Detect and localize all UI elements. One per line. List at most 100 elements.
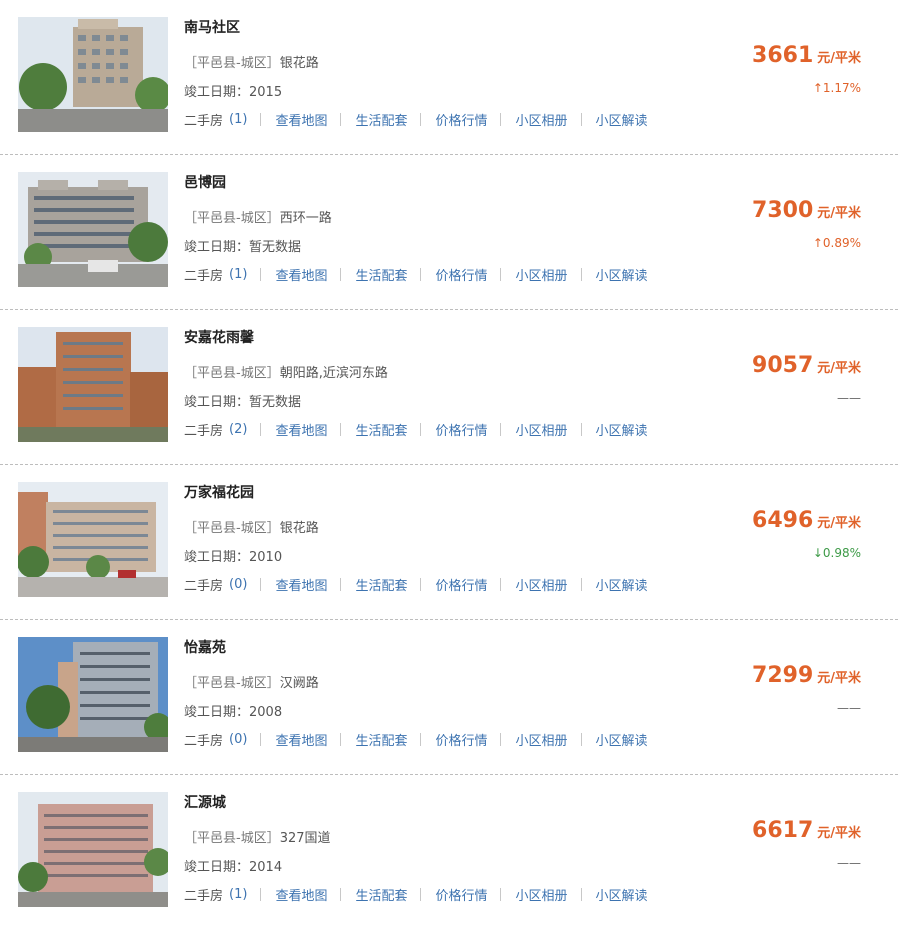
price-trend-link[interactable]: 价格行情	[435, 575, 487, 594]
community-item: 南马社区 ［平邑县-城区］银花路 竣工日期：2015 二手房 (1) 查看地图 生…	[0, 0, 898, 155]
build-date: 竣工日期：2008	[184, 701, 282, 720]
link-divider	[500, 733, 502, 746]
build-date-prefix: 竣工日期：	[184, 550, 250, 565]
interpretation-link[interactable]: 小区解读	[596, 265, 648, 284]
link-divider	[580, 733, 582, 746]
community-name[interactable]: 邑博园	[184, 172, 226, 192]
amenities-link[interactable]: 生活配套	[355, 265, 407, 284]
album-link[interactable]: 小区相册	[515, 885, 567, 904]
build-date: 竣工日期：暂无数据	[184, 236, 301, 255]
price-change: ↑0.89%	[812, 236, 861, 250]
community-name[interactable]: 汇源城	[184, 792, 226, 812]
second-hand-count-link[interactable]: (1)	[229, 112, 247, 127]
build-date-prefix: 竣工日期：	[184, 395, 250, 410]
second-hand-count-link[interactable]: (1)	[229, 267, 247, 282]
interpretation-link[interactable]: 小区解读	[596, 420, 648, 439]
second-hand-label: 二手房	[184, 114, 224, 129]
district-label: ［平邑县-城区］	[184, 676, 280, 691]
interpretation-link[interactable]: 小区解读	[596, 730, 648, 749]
link-divider	[500, 268, 502, 281]
community-address: ［平邑县-城区］朝阳路,近滨河东路	[184, 362, 388, 381]
community-photo[interactable]	[18, 172, 168, 287]
price-trend-link[interactable]: 价格行情	[435, 420, 487, 439]
link-divider	[420, 268, 422, 281]
price-block: 7299 元/平米	[752, 663, 861, 688]
album-link[interactable]: 小区相册	[515, 265, 567, 284]
district-label: ［平邑县-城区］	[184, 831, 280, 846]
link-divider	[420, 733, 422, 746]
community-address: ［平邑县-城区］银花路	[184, 52, 319, 71]
road-label: 银花路	[279, 56, 319, 71]
building-photo-image	[18, 482, 168, 597]
build-date: 竣工日期：2010	[184, 546, 282, 565]
price-change: ——	[837, 391, 861, 405]
view-map-link[interactable]: 查看地图	[275, 265, 327, 284]
community-address: ［平邑县-城区］327国道	[184, 827, 331, 846]
build-date-value: 暂无数据	[249, 395, 302, 410]
link-divider	[420, 578, 422, 591]
amenities-link[interactable]: 生活配套	[355, 420, 407, 439]
community-photo[interactable]	[18, 17, 168, 132]
price-value: 6617	[752, 818, 814, 843]
link-divider	[260, 113, 262, 126]
interpretation-link[interactable]: 小区解读	[596, 575, 648, 594]
album-link[interactable]: 小区相册	[515, 575, 567, 594]
build-date-value: 2008	[249, 705, 283, 720]
community-photo[interactable]	[18, 637, 168, 752]
community-links: 二手房 (2) 查看地图 生活配套 价格行情 小区相册 小区解读	[184, 420, 648, 439]
second-hand-count-link[interactable]: (0)	[229, 577, 247, 592]
price-unit: 元/平米	[817, 206, 861, 221]
building-photo-image	[18, 172, 168, 287]
community-item: 邑博园 ［平邑县-城区］西环一路 竣工日期：暂无数据 二手房 (1) 查看地图 生…	[0, 155, 898, 310]
view-map-link[interactable]: 查看地图	[275, 575, 327, 594]
view-map-link[interactable]: 查看地图	[275, 420, 327, 439]
district-label: ［平邑县-城区］	[184, 56, 280, 71]
amenities-link[interactable]: 生活配套	[355, 110, 407, 129]
community-address: ［平邑县-城区］西环一路	[184, 207, 332, 226]
district-label: ［平邑县-城区］	[184, 366, 280, 381]
view-map-link[interactable]: 查看地图	[275, 885, 327, 904]
road-label: 朝阳路,近滨河东路	[279, 366, 388, 381]
album-link[interactable]: 小区相册	[515, 110, 567, 129]
price-trend-link[interactable]: 价格行情	[435, 265, 487, 284]
price-block: 6496 元/平米	[752, 508, 861, 533]
amenities-link[interactable]: 生活配套	[355, 575, 407, 594]
build-date: 竣工日期：2014	[184, 856, 282, 875]
link-divider	[260, 268, 262, 281]
interpretation-link[interactable]: 小区解读	[596, 110, 648, 129]
build-date-value: 2010	[249, 550, 283, 565]
building-photo-image	[18, 17, 168, 132]
community-photo[interactable]	[18, 327, 168, 442]
community-photo[interactable]	[18, 792, 168, 907]
second-hand-label: 二手房	[184, 269, 224, 284]
community-name[interactable]: 怡嘉苑	[184, 637, 226, 657]
community-links: 二手房 (0) 查看地图 生活配套 价格行情 小区相册 小区解读	[184, 730, 648, 749]
link-divider	[340, 888, 342, 901]
road-label: 汉阙路	[279, 676, 319, 691]
community-photo[interactable]	[18, 482, 168, 597]
view-map-link[interactable]: 查看地图	[275, 110, 327, 129]
price-trend-link[interactable]: 价格行情	[435, 730, 487, 749]
interpretation-link[interactable]: 小区解读	[596, 885, 648, 904]
amenities-link[interactable]: 生活配套	[355, 730, 407, 749]
price-change: ——	[837, 701, 861, 715]
second-hand-count-link[interactable]: (2)	[229, 422, 247, 437]
community-name[interactable]: 南马社区	[184, 17, 240, 37]
build-date-value: 2015	[249, 85, 283, 100]
build-date-prefix: 竣工日期：	[184, 240, 250, 255]
price-trend-link[interactable]: 价格行情	[435, 885, 487, 904]
view-map-link[interactable]: 查看地图	[275, 730, 327, 749]
link-divider	[580, 268, 582, 281]
second-hand-count-link[interactable]: (0)	[229, 732, 247, 747]
community-name[interactable]: 安嘉花雨馨	[184, 327, 254, 347]
amenities-link[interactable]: 生活配套	[355, 885, 407, 904]
price-change: ↓0.98%	[812, 546, 861, 560]
price-trend-link[interactable]: 价格行情	[435, 110, 487, 129]
build-date-value: 暂无数据	[249, 240, 302, 255]
community-name[interactable]: 万家福花园	[184, 482, 254, 502]
link-divider	[580, 113, 582, 126]
album-link[interactable]: 小区相册	[515, 730, 567, 749]
second-hand-count-link[interactable]: (1)	[229, 887, 247, 902]
album-link[interactable]: 小区相册	[515, 420, 567, 439]
road-label: 327国道	[279, 831, 331, 846]
